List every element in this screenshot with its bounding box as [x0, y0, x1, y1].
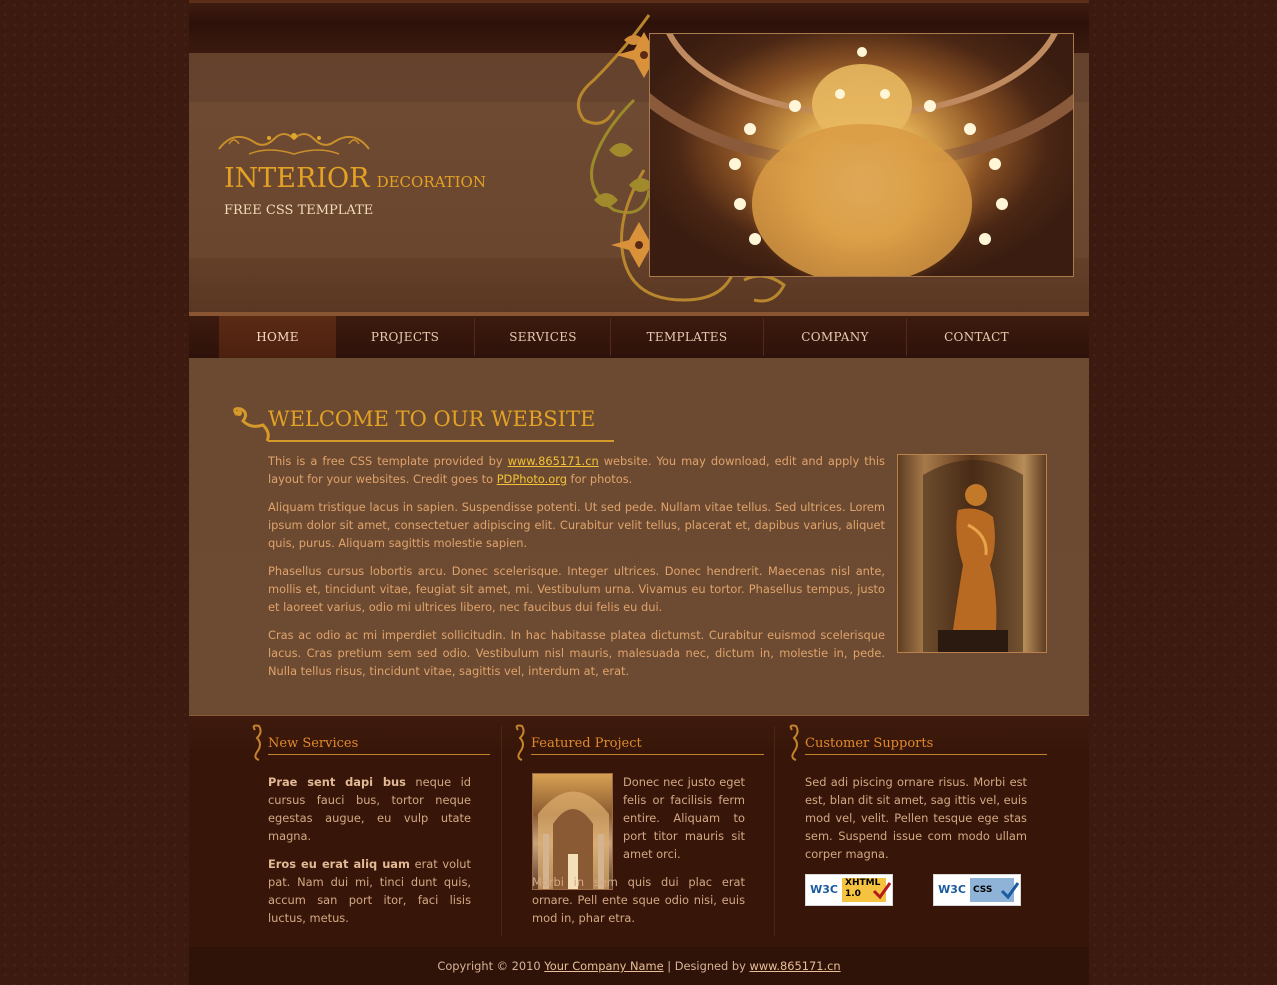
w3c-logo: W3C	[806, 875, 842, 905]
designer-link[interactable]: www.865171.cn	[750, 959, 841, 973]
welcome-paragraph: Aliquam tristique lacus in sapien. Suspe…	[268, 500, 885, 550]
support-heading: Customer Supports	[805, 736, 934, 751]
designed-by-text: | Designed by	[663, 959, 750, 973]
nav-services[interactable]: SERVICES	[477, 316, 609, 358]
site-title: INTERIOR DECORATION	[224, 163, 486, 194]
featured-text: Morbi in sem quis dui plac erat ornare. …	[532, 875, 745, 925]
text: This is a free CSS template provided by	[268, 454, 508, 468]
services-lead: Eros eu erat aliq uam	[268, 857, 410, 871]
welcome-text: This is a free CSS template provided by …	[268, 452, 885, 690]
header: INTERIOR DECORATION FREE CSS TEMPLATE	[189, 0, 1089, 316]
services-lead: Prae sent dapi bus	[268, 775, 406, 789]
main-content: WELCOME TO OUR WEBSITE This is a free CS…	[189, 358, 1089, 715]
ornament-swirl-icon	[218, 133, 370, 155]
checkmark-icon	[1000, 882, 1020, 900]
nav-separator	[906, 318, 907, 356]
nav-separator	[610, 318, 611, 356]
heading-underline	[805, 754, 1047, 755]
nav-home[interactable]: HOME	[219, 316, 336, 361]
nav-projects[interactable]: PROJECTS	[339, 316, 471, 358]
site-title-main: INTERIOR	[224, 163, 370, 194]
column-divider	[774, 726, 775, 936]
nav-separator	[474, 318, 475, 356]
nav-contact[interactable]: CONTACT	[908, 316, 1045, 358]
nav-separator	[763, 318, 764, 356]
main-navigation: HOME PROJECTS SERVICES TEMPLATES COMPANY…	[189, 316, 1089, 361]
chandelier-illustration	[650, 34, 1073, 276]
copyright-bar: Copyright © 2010 Your Company Name | Des…	[189, 947, 1089, 985]
services-text: Prae sent dapi bus neque id cursus fauci…	[268, 773, 471, 937]
heading-underline	[268, 754, 490, 755]
nav-company[interactable]: COMPANY	[765, 316, 905, 358]
w3c-logo: W3C	[934, 875, 970, 905]
welcome-paragraph: Cras ac odio ac mi imperdiet sollicitudi…	[268, 628, 885, 678]
heading-underline	[531, 754, 764, 755]
footer-columns: New Services Prae sent dapi bus neque id…	[189, 715, 1089, 947]
w3c-xhtml-badge[interactable]: W3C XHTML 1.0	[805, 874, 893, 906]
services-paragraph: Prae sent dapi bus neque id cursus fauci…	[268, 773, 471, 845]
statue-illustration	[923, 460, 1023, 652]
column-divider	[501, 726, 502, 936]
nav-templates[interactable]: TEMPLATES	[612, 316, 762, 358]
w3c-css-badge[interactable]: W3C CSS	[933, 874, 1021, 906]
company-link[interactable]: Your Company Name	[544, 959, 663, 973]
heading-swirl-icon	[252, 724, 262, 761]
services-heading: New Services	[268, 736, 359, 751]
provider-link[interactable]: www.865171.cn	[508, 454, 599, 468]
hero-chandelier-image	[649, 33, 1074, 277]
copyright-text: Copyright © 2010	[437, 959, 545, 973]
services-paragraph: Eros eu erat aliq uam erat volut pat. Na…	[268, 855, 471, 927]
featured-heading: Featured Project	[531, 736, 642, 751]
photo-credit-link[interactable]: PDPhoto.org	[497, 472, 567, 486]
featured-text: Donec nec justo eget felis or facilisis …	[623, 775, 745, 861]
heading-underline	[268, 440, 614, 442]
site-subtitle: FREE CSS TEMPLATE	[224, 203, 374, 218]
heading-swirl-icon	[789, 724, 799, 761]
statue-image	[897, 454, 1047, 653]
welcome-paragraph: This is a free CSS template provided by …	[268, 452, 885, 488]
text: for photos.	[566, 472, 633, 486]
page: INTERIOR DECORATION FREE CSS TEMPLATE HO…	[189, 0, 1089, 985]
welcome-paragraph: Phasellus cursus lobortis arcu. Donec sc…	[268, 564, 885, 614]
checkmark-icon	[872, 882, 892, 900]
site-title-secondary: DECORATION	[376, 173, 486, 191]
support-text: Sed adi piscing ornare risus. Morbi est …	[805, 775, 1027, 861]
welcome-heading: WELCOME TO OUR WEBSITE	[268, 407, 596, 431]
heading-swirl-icon	[515, 724, 525, 761]
